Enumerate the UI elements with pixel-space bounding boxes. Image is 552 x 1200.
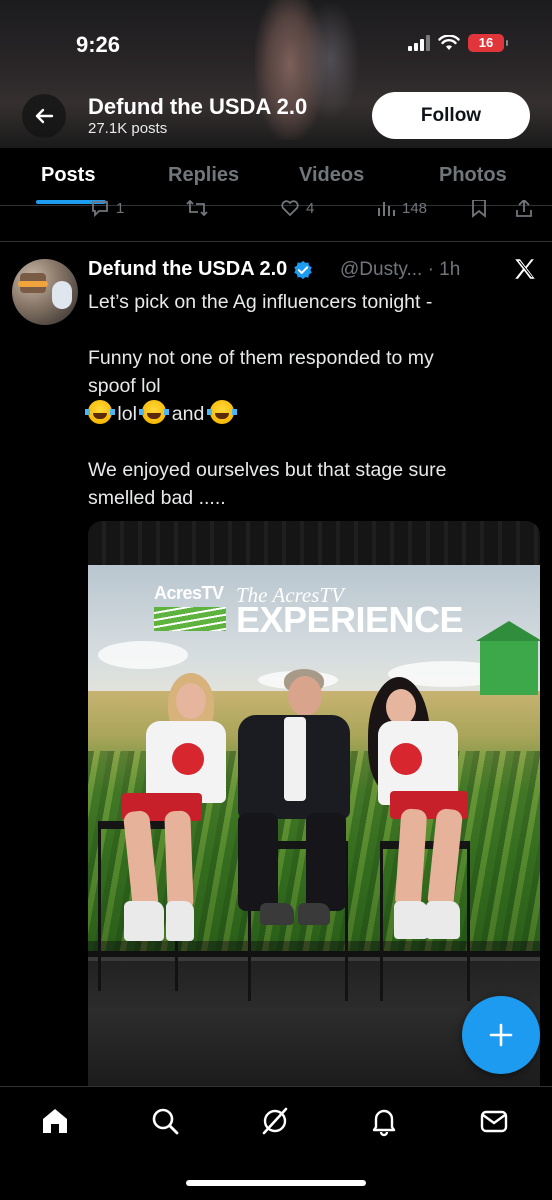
post-author[interactable]: Defund the USDA 2.0: [88, 258, 313, 281]
cellular-signal-icon: [408, 35, 430, 51]
post-line-emoji: lol and: [85, 400, 528, 428]
author-name: Defund the USDA 2.0: [88, 258, 288, 280]
like-action[interactable]: 4: [280, 200, 314, 218]
messages-icon: [480, 1110, 508, 1133]
tab-photos[interactable]: Photos: [439, 164, 507, 187]
post-line: spoof lol: [88, 375, 161, 397]
post-divider: [0, 241, 552, 242]
reply-action[interactable]: 1: [90, 200, 124, 218]
bookmark-action[interactable]: [470, 200, 488, 218]
tears-of-joy-emoji-icon: [139, 400, 170, 424]
share-action[interactable]: [514, 200, 534, 218]
post-handle-time: @Dusty... · 1h: [340, 259, 460, 281]
search-icon: [152, 1108, 179, 1135]
compose-button[interactable]: [462, 996, 540, 1074]
experience-title: EXPERIENCE: [236, 599, 464, 640]
posts-count: 27.1K posts: [88, 120, 168, 137]
views-action[interactable]: 148: [376, 200, 427, 218]
post-line: smelled bad .....: [88, 487, 226, 509]
home-icon: [43, 1109, 67, 1133]
post-line: We enjoyed ourselves but that stage sure: [88, 459, 447, 481]
tears-of-joy-emoji-icon: [206, 400, 237, 424]
x-logo-icon: [512, 256, 538, 289]
status-time: 9:26: [76, 32, 121, 57]
views-icon: [378, 202, 395, 216]
acrestv-logo: AcresTV: [154, 583, 224, 603]
status-icons: 16: [408, 34, 508, 52]
previous-post-actions: 1 4 148: [0, 200, 552, 240]
views-count: 148: [402, 200, 428, 217]
heart-icon: [281, 200, 299, 217]
tears-of-joy-emoji-icon: [85, 400, 115, 424]
grok-icon: [262, 1107, 288, 1135]
post-line: Funny not one of them responded to my: [88, 347, 434, 369]
battery-icon: 16: [468, 34, 508, 52]
avatar[interactable]: [12, 259, 78, 325]
tab-videos[interactable]: Videos: [299, 164, 364, 187]
barn-graphic: [476, 621, 540, 695]
share-icon: [516, 200, 532, 217]
tab-replies[interactable]: Replies: [168, 164, 239, 187]
bookmark-icon: [472, 200, 486, 218]
post-time: · 1h: [427, 259, 461, 280]
nav-messages[interactable]: [476, 1103, 512, 1139]
nav-search[interactable]: [147, 1103, 183, 1139]
follow-button[interactable]: Follow: [372, 92, 530, 139]
profile-title: Defund the USDA 2.0: [88, 94, 308, 119]
reply-icon: [92, 201, 108, 218]
notifications-icon: [372, 1109, 396, 1137]
arrow-left-icon: [35, 108, 54, 124]
post-image[interactable]: AcresTV The AcresTV EXPERIENCE: [88, 521, 540, 1086]
post-word: lol: [117, 403, 137, 425]
nav-home[interactable]: [37, 1103, 73, 1139]
post-text: Let’s pick on the Ag influencers tonight…: [85, 288, 528, 512]
repost-action[interactable]: [186, 200, 208, 218]
repost-icon: [186, 200, 208, 217]
profile-tabs: Posts Replies Videos Photos: [0, 148, 552, 206]
reply-count: 1: [116, 200, 125, 217]
verified-badge-icon: [294, 260, 313, 279]
wifi-icon: [438, 35, 460, 50]
post-line: Let’s pick on the Ag influencers tonight…: [88, 291, 433, 313]
author-handle[interactable]: @Dusty...: [340, 259, 422, 280]
post-word: and: [171, 403, 205, 425]
acrestv-logo-mark: [154, 607, 226, 631]
like-count: 4: [306, 200, 315, 217]
plus-icon: [489, 1023, 513, 1047]
nav-notifications[interactable]: [366, 1103, 402, 1139]
back-button[interactable]: [22, 94, 66, 138]
home-indicator[interactable]: [186, 1180, 366, 1186]
nav-grok[interactable]: [257, 1103, 293, 1139]
tab-posts[interactable]: Posts: [41, 164, 95, 187]
